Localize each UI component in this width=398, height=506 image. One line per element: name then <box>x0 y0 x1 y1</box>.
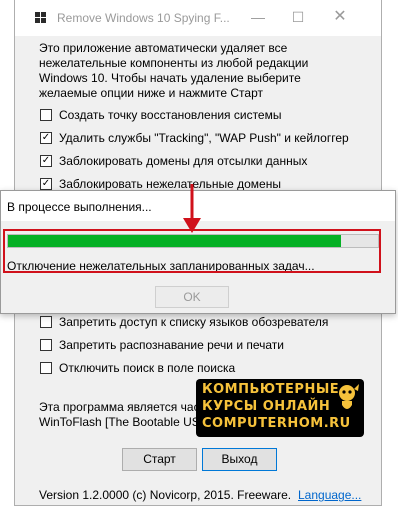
watermark-line: КОМПЬЮТЕРНЫЕ <box>202 382 340 397</box>
checkbox[interactable] <box>40 316 52 328</box>
exit-button[interactable]: Выход <box>202 448 277 471</box>
option-label: Удалить службы "Tracking", "WAP Push" и … <box>59 131 349 145</box>
checkbox[interactable] <box>40 362 52 374</box>
option-label: Создать точку восстановления системы <box>59 108 282 122</box>
language-link[interactable]: Language... <box>298 488 361 502</box>
checkbox[interactable]: ✓ <box>40 132 52 144</box>
checkbox[interactable] <box>40 109 52 121</box>
intro-line: желаемые опции ниже и нажмите Старт <box>39 86 263 100</box>
option-block-data-domains[interactable]: ✓ Заблокировать домены для отсылки данны… <box>40 152 307 170</box>
checkbox[interactable] <box>40 339 52 351</box>
highlight-box <box>3 229 381 273</box>
option-remove-services[interactable]: ✓ Удалить службы "Tracking", "WAP Push" … <box>40 129 349 147</box>
option-label: Запретить распознавание речи и печати <box>59 338 284 352</box>
option-label: Заблокировать домены для отсылки данных <box>59 154 308 168</box>
intro-line: нежелательные компоненты из любой редакц… <box>39 56 309 70</box>
minimize-icon[interactable]: — <box>247 8 269 26</box>
option-label: Запретить доступ к списку языков обозрев… <box>59 315 329 329</box>
checkbox[interactable]: ✓ <box>40 178 52 190</box>
intro-line: Windows 10. Чтобы начать удаление выбери… <box>39 71 301 85</box>
option-label: Отключить поиск в поле поиска <box>59 361 236 375</box>
maximize-icon[interactable]: ☐ <box>287 8 309 26</box>
option-label: Заблокировать нежелательные домены <box>59 177 281 191</box>
title-bar[interactable]: Remove Windows 10 Spying F... — ☐ ✕ <box>15 0 381 36</box>
intro-text: Это приложение автоматически удаляет все… <box>39 41 339 101</box>
red-arrow-icon <box>183 184 201 233</box>
version-text: Version 1.2.0000 (c) Novicorp, 2015. Fre… <box>39 488 292 502</box>
watermark-line: КУРСЫ ОНЛАЙН <box>202 399 331 414</box>
intro-line: Это приложение автоматически удаляет все <box>39 41 288 55</box>
app-icon <box>35 12 46 23</box>
watermark-line: COMPUTERHOM.RU <box>202 416 351 431</box>
option-disable-search[interactable]: Отключить поиск в поле поиска <box>40 359 235 377</box>
option-deny-speech[interactable]: Запретить распознавание речи и печати <box>40 336 284 354</box>
option-deny-language-list[interactable]: Запретить доступ к списку языков обозрев… <box>40 313 328 331</box>
watermark-logo: КОМПЬЮТЕРНЫЕ КУРСЫ ОНЛАЙН COMPUTERHOM.RU <box>196 379 364 437</box>
dialog-title: В процессе выполнения... <box>7 200 152 214</box>
checkbox[interactable]: ✓ <box>40 155 52 167</box>
ok-button[interactable]: OK <box>155 286 229 308</box>
close-icon[interactable]: ✕ <box>329 8 351 26</box>
option-restore-point[interactable]: Создать точку восстановления системы <box>40 106 281 124</box>
window-title: Remove Windows 10 Spying F... <box>57 11 230 25</box>
mascot-icon <box>339 384 359 409</box>
start-button[interactable]: Старт <box>122 448 197 471</box>
